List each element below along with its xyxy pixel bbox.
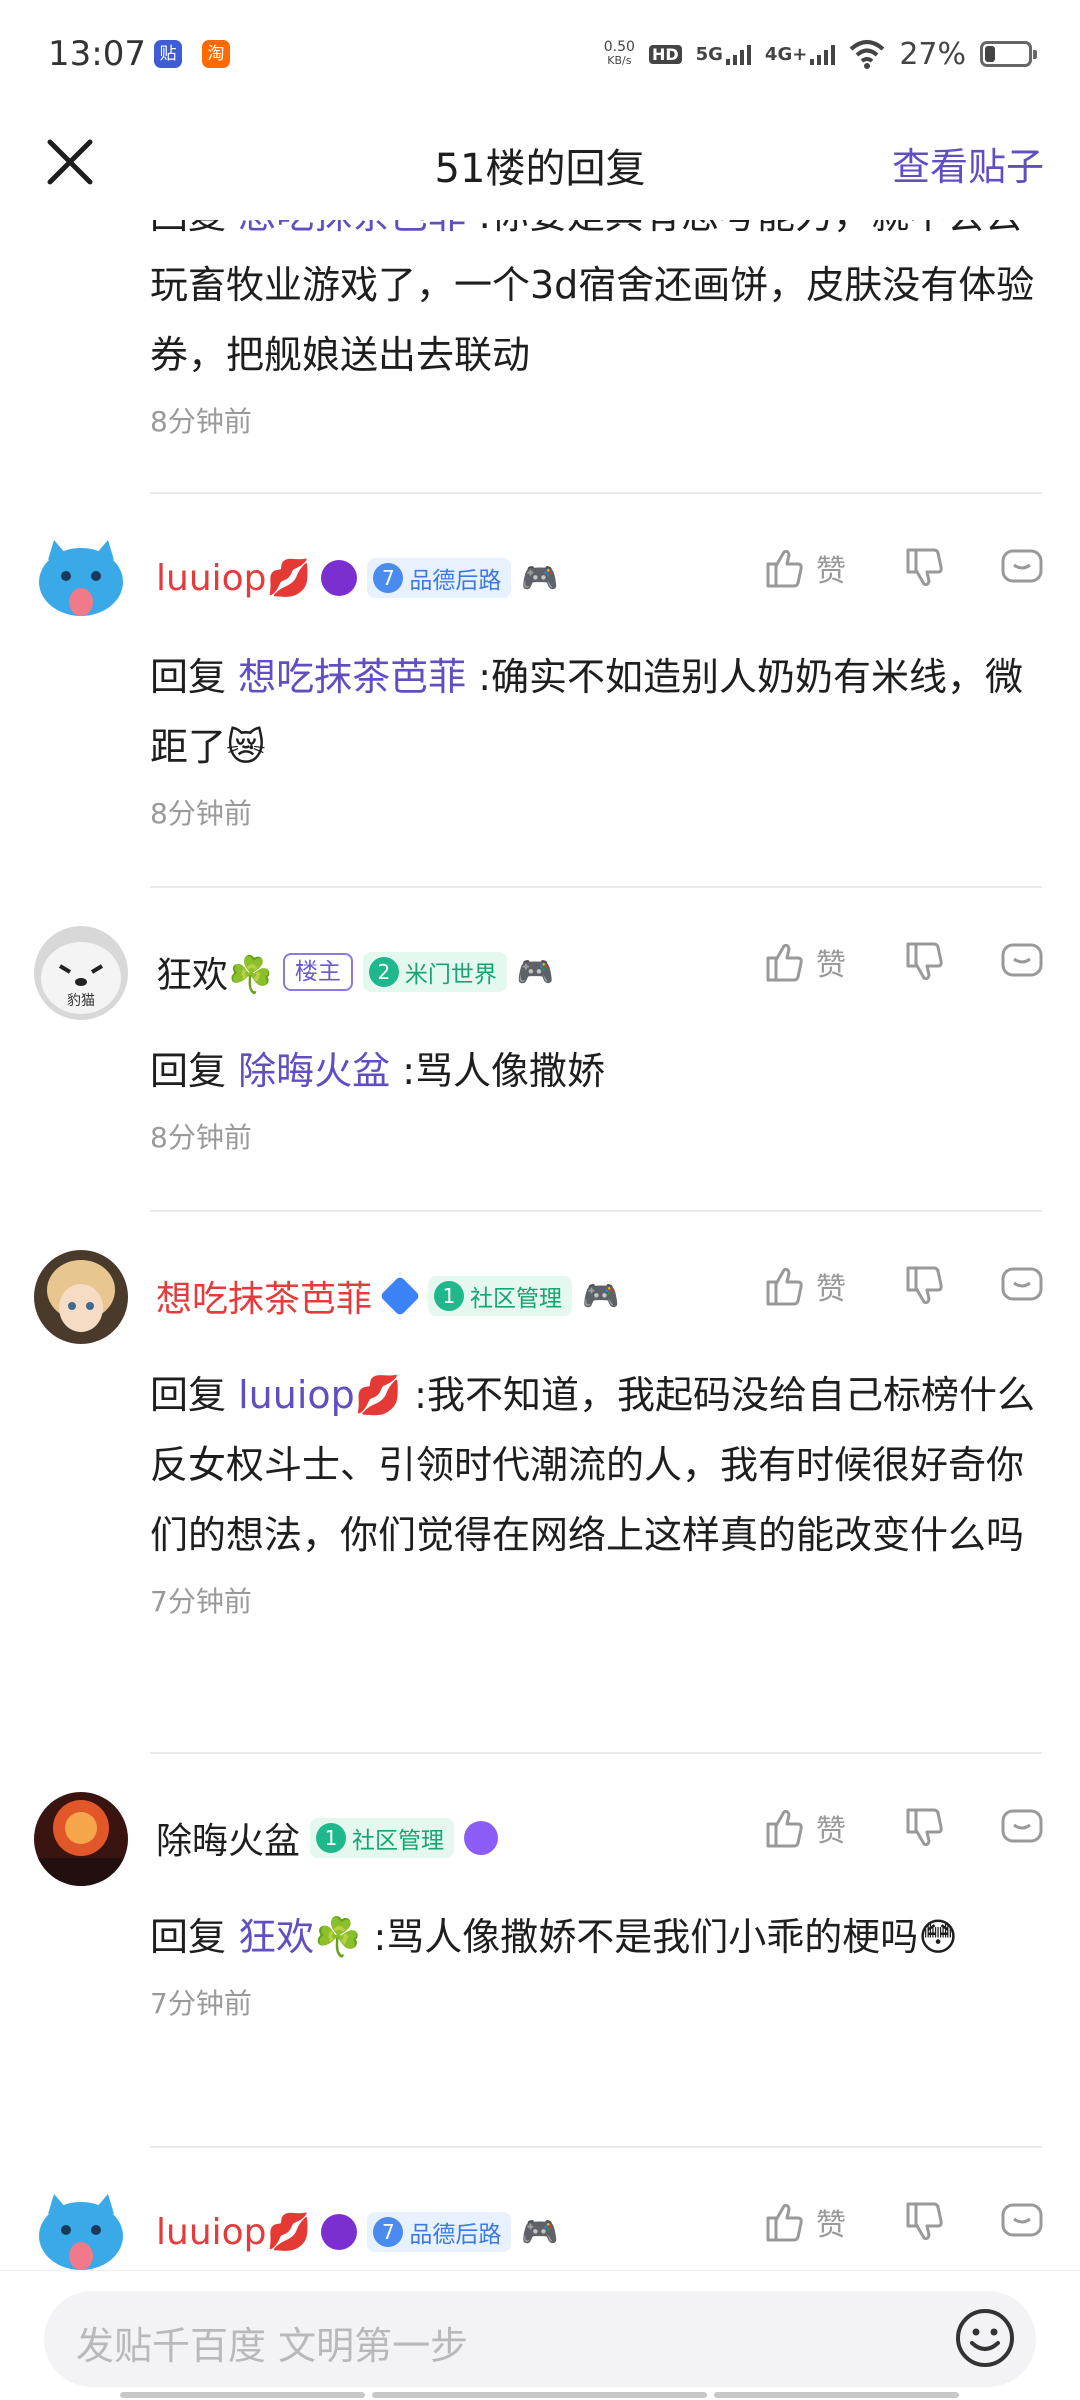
thumbs-down-icon[interactable] bbox=[900, 1804, 948, 1852]
avatar[interactable]: 豹猫 bbox=[34, 926, 128, 1020]
crown-icon bbox=[321, 560, 358, 596]
reply-icon[interactable] bbox=[998, 938, 1046, 986]
like-button[interactable]: 赞 bbox=[760, 1804, 880, 1852]
divider bbox=[150, 492, 1042, 494]
tieba-app-icon: 贴 bbox=[154, 40, 182, 68]
mention-link[interactable]: 想吃抹茶芭菲 bbox=[238, 220, 466, 237]
medal-icon bbox=[464, 1821, 499, 1855]
thumbs-up-icon bbox=[766, 1267, 803, 1306]
status-bar: 13:07 贴 淘 0.50 KB/s HD 5G 4G+ 27% bbox=[0, 0, 1080, 110]
thumbs-up-icon bbox=[766, 2203, 803, 2242]
username[interactable]: luuiop💋 bbox=[156, 557, 311, 599]
reply-icon[interactable] bbox=[998, 1804, 1046, 1852]
username[interactable]: 除晦火盆 bbox=[156, 1812, 300, 1864]
network-speed: 0.50 KB/s bbox=[603, 39, 635, 67]
reply-icon[interactable] bbox=[998, 544, 1046, 592]
top-bar: 51楼的回复 查看贴子 bbox=[0, 110, 1080, 220]
thumbs-up-icon bbox=[766, 549, 803, 588]
medal-icon: 🎮 bbox=[521, 560, 559, 596]
thumbs-down-icon[interactable] bbox=[900, 544, 948, 592]
mention-link[interactable]: 除晦火盆 bbox=[238, 1049, 390, 1093]
like-button[interactable]: 赞 bbox=[760, 1262, 880, 1310]
medal-icon: 🎮 bbox=[521, 2214, 559, 2250]
mention-link[interactable]: luuiop💋 bbox=[238, 1373, 402, 1417]
comment-text: 回复 除晦火盆 :骂人像撒娇 bbox=[150, 1049, 605, 1093]
medal-icon: 🎮 bbox=[582, 1278, 620, 1314]
comment-text: 回复 狂欢☘️ :骂人像撒娇不是我们小乖的梗吗😳 bbox=[150, 1915, 958, 1959]
battery-icon bbox=[980, 41, 1037, 67]
comment-time: 8分钟前 bbox=[150, 405, 252, 438]
signal-icon bbox=[810, 43, 836, 65]
mention-link[interactable]: 想吃抹茶芭菲 bbox=[238, 655, 466, 699]
username[interactable]: 狂欢☘️ bbox=[156, 946, 273, 998]
emoji-icon[interactable] bbox=[954, 2307, 1016, 2369]
username[interactable]: luuiop💋 bbox=[156, 2211, 311, 2253]
bottom-bar: 发贴千百度 文明第一步 bbox=[0, 2270, 1080, 2400]
comment-time: 8分钟前 bbox=[150, 1121, 252, 1154]
nav-indicator bbox=[714, 2392, 959, 2398]
taobao-app-icon: 淘 bbox=[202, 40, 230, 68]
level-badge[interactable]: 7 品德后路 bbox=[367, 2212, 512, 2252]
comment-time: 8分钟前 bbox=[150, 797, 252, 830]
comment-partial: 回复 想吃抹茶芭菲 :你要是具有思考能力，就不会去玩畜牧业游戏了，一个3d宿舍还… bbox=[150, 220, 1050, 440]
avatar[interactable] bbox=[34, 1250, 128, 1344]
thumbs-down-icon[interactable] bbox=[900, 938, 948, 986]
avatar[interactable] bbox=[34, 2186, 128, 2270]
wifi-icon bbox=[849, 40, 885, 69]
level-badge[interactable]: 2 米门世界 bbox=[362, 952, 507, 992]
comment-text: 回复 想吃抹茶芭菲 :确实不如造别人奶奶有米线，微距了😿 bbox=[150, 655, 1023, 769]
view-post-link[interactable]: 查看贴子 bbox=[892, 136, 1044, 191]
like-button[interactable]: 赞 bbox=[760, 2198, 880, 2246]
thumbs-up-icon bbox=[766, 943, 803, 982]
mention-link[interactable]: 狂欢☘️ bbox=[238, 1915, 361, 1959]
nav-indicator bbox=[372, 2392, 707, 2398]
level-badge[interactable]: 1 社区管理 bbox=[428, 1276, 573, 1316]
comment-time: 7分钟前 bbox=[150, 1987, 252, 2020]
reply-icon[interactable] bbox=[998, 1262, 1046, 1310]
thumbs-down-icon[interactable] bbox=[900, 2198, 948, 2246]
thumbs-up-icon bbox=[766, 1809, 803, 1848]
like-button[interactable]: 赞 bbox=[760, 938, 880, 986]
nav-indicator bbox=[120, 2392, 365, 2398]
avatar[interactable] bbox=[34, 1792, 128, 1886]
hd-icon: HD bbox=[648, 44, 682, 64]
comment-time: 7分钟前 bbox=[150, 1585, 252, 1618]
reply-input[interactable]: 发贴千百度 文明第一步 bbox=[44, 2291, 1036, 2387]
divider bbox=[150, 1210, 1042, 1212]
signal-icon bbox=[725, 43, 751, 65]
divider bbox=[150, 1752, 1042, 1754]
medal-icon: 🎮 bbox=[516, 954, 555, 990]
comment-text: 回复 想吃抹茶芭菲 :你要是具有思考能力，就不会去玩畜牧业游戏了，一个3d宿舍还… bbox=[150, 220, 1050, 390]
level-badge[interactable]: 1 社区管理 bbox=[310, 1818, 455, 1858]
divider bbox=[150, 886, 1042, 888]
reply-list: 回复 想吃抹茶芭菲 :你要是具有思考能力，就不会去玩畜牧业游戏了，一个3d宿舍还… bbox=[0, 220, 1080, 2270]
reply-icon[interactable] bbox=[998, 2198, 1046, 2246]
host-badge: 楼主 bbox=[282, 953, 353, 991]
crown-icon bbox=[321, 2214, 358, 2250]
thumbs-down-icon[interactable] bbox=[900, 1262, 948, 1310]
divider bbox=[150, 2146, 1042, 2148]
level-badge[interactable]: 7 品德后路 bbox=[367, 558, 512, 598]
avatar[interactable] bbox=[34, 532, 128, 626]
comment-text: 回复 luuiop💋 :我不知道，我起码没给自己标榜什么反女权斗士、引领时代潮流… bbox=[150, 1373, 1035, 1557]
clock: 13:07 bbox=[48, 34, 146, 74]
like-button[interactable]: 赞 bbox=[760, 544, 880, 592]
sim1-label: 5G bbox=[695, 44, 723, 65]
username[interactable]: 想吃抹茶芭菲 bbox=[156, 1270, 372, 1322]
battery-percent: 27% bbox=[899, 36, 966, 72]
diamond-icon bbox=[379, 1275, 421, 1317]
sim2-label: 4G+ bbox=[764, 44, 808, 65]
